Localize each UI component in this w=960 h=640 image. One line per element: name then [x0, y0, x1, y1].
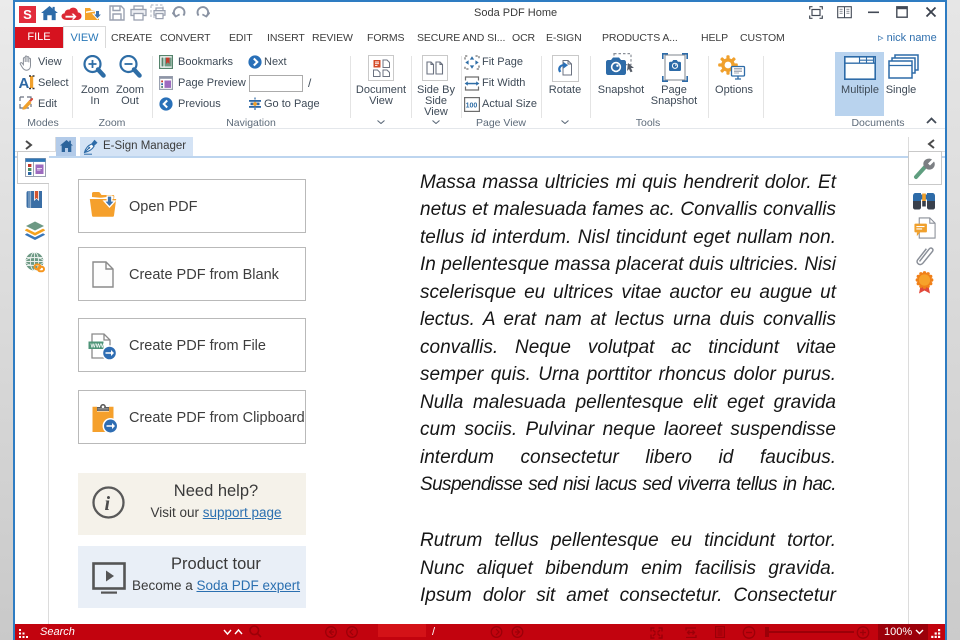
- svg-text:A: A: [19, 75, 30, 90]
- svg-text:100: 100: [466, 103, 478, 110]
- svg-text:i: i: [105, 493, 111, 515]
